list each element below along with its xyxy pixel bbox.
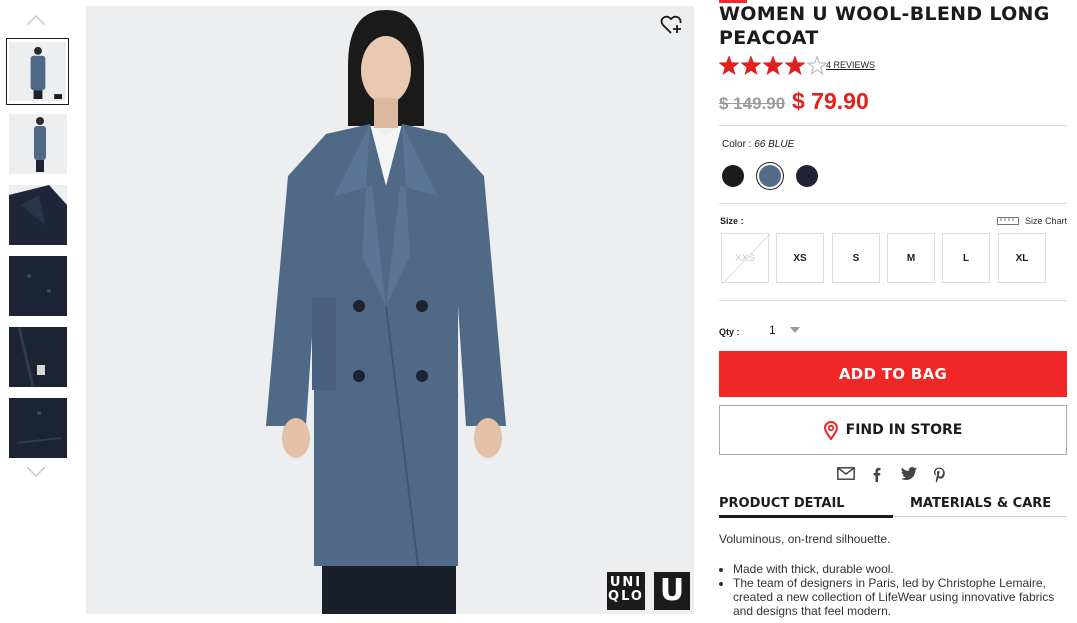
thumbnail-2[interactable]	[9, 114, 67, 174]
find-in-store-button[interactable]: FIND IN STORE	[719, 405, 1067, 455]
thumbnail-5[interactable]	[9, 327, 67, 387]
divider	[719, 300, 1067, 301]
unavailable-slash-icon	[722, 234, 770, 284]
logo-line-1: UNI	[609, 575, 643, 590]
product-title: WOMEN U WOOL-BLEND LONG PEACOAT	[719, 3, 1050, 49]
size-chart-link[interactable]: Size Chart	[996, 216, 1067, 226]
thumbnail-6[interactable]	[9, 398, 67, 458]
size-label: Size :	[720, 216, 744, 226]
uniqlo-u-logo: U	[654, 572, 690, 610]
color-label-text: Color :	[722, 139, 752, 150]
selected-color-value: 66 BLUE	[754, 139, 795, 150]
star-filled-icon	[718, 55, 740, 76]
pinterest-icon[interactable]	[933, 467, 946, 485]
list-item: The team of designers in Paris, led by C…	[733, 576, 1073, 618]
divider	[719, 203, 1067, 204]
product-detail-list: Made with thick, durable wool. The team …	[719, 562, 1073, 618]
star-empty-icon	[806, 55, 828, 76]
product-summary: Voluminous, on-trend silhouette.	[719, 532, 891, 546]
coat-photo	[86, 6, 694, 614]
star-filled-icon	[784, 55, 806, 76]
thumbnail-4[interactable]	[9, 256, 67, 316]
facebook-icon[interactable]	[872, 467, 881, 485]
active-tab-indicator	[719, 515, 893, 518]
size-option-xs[interactable]: XS	[776, 233, 824, 283]
size-option-m[interactable]: M	[887, 233, 935, 283]
tab-product-detail[interactable]: PRODUCT DETAIL	[719, 496, 845, 511]
star-filled-icon	[762, 55, 784, 76]
quantity-value: 1	[769, 323, 776, 337]
twitter-icon[interactable]	[901, 467, 917, 485]
rating-stars	[718, 55, 829, 76]
color-swatch-black[interactable]	[722, 165, 744, 187]
quantity-select[interactable]: 1	[769, 322, 809, 338]
thumbnails-up-arrow-icon[interactable]	[26, 14, 46, 28]
thumbnail-3[interactable]	[9, 185, 67, 245]
size-option-label: XL	[1015, 252, 1029, 264]
email-icon[interactable]	[837, 467, 855, 485]
add-to-bag-button[interactable]: ADD TO BAG	[719, 351, 1067, 397]
star-filled-icon	[740, 55, 762, 76]
add-to-wishlist-heart-icon[interactable]	[660, 14, 684, 36]
thumbnail-1[interactable]	[6, 38, 69, 105]
location-pin-icon	[823, 420, 838, 440]
thumbnails-down-arrow-icon[interactable]	[26, 466, 46, 480]
thumbnail-rail	[0, 0, 75, 623]
size-option-l[interactable]: L	[942, 233, 990, 283]
product-tabs: PRODUCT DETAIL MATERIALS & CARE	[719, 496, 1067, 518]
find-in-store-label: FIND IN STORE	[845, 422, 963, 438]
size-chart-text: Size Chart	[1024, 216, 1067, 226]
ruler-icon	[996, 217, 1019, 225]
size-option-s[interactable]: S	[832, 233, 880, 283]
tab-materials-care[interactable]: MATERIALS & CARE	[910, 496, 1051, 511]
color-swatch-navy[interactable]	[796, 165, 818, 187]
size-option-label: S	[852, 252, 860, 264]
size-option-label: M	[906, 252, 916, 264]
list-item: Made with thick, durable wool.	[733, 562, 1073, 576]
size-option-xxs[interactable]: XXS	[721, 233, 770, 284]
color-swatch-blue[interactable]	[759, 165, 781, 187]
sale-price: $ 79.90	[792, 88, 869, 114]
size-option-label: XS	[793, 252, 807, 264]
original-price: $ 149.90	[719, 94, 786, 113]
uniqlo-logo: UNI QLO	[607, 572, 645, 610]
reviews-link[interactable]: 4 REVIEWS	[826, 60, 875, 70]
size-option-xl[interactable]: XL	[998, 233, 1046, 283]
divider	[719, 125, 1067, 126]
quantity-label: Qty :	[719, 327, 740, 337]
logo-line-2: QLO	[608, 589, 644, 604]
size-option-label: L	[962, 252, 970, 264]
color-label: Color : 66 BLUE	[722, 139, 794, 150]
main-product-image: UNI QLO U	[86, 6, 694, 614]
chevron-down-icon	[789, 327, 800, 333]
